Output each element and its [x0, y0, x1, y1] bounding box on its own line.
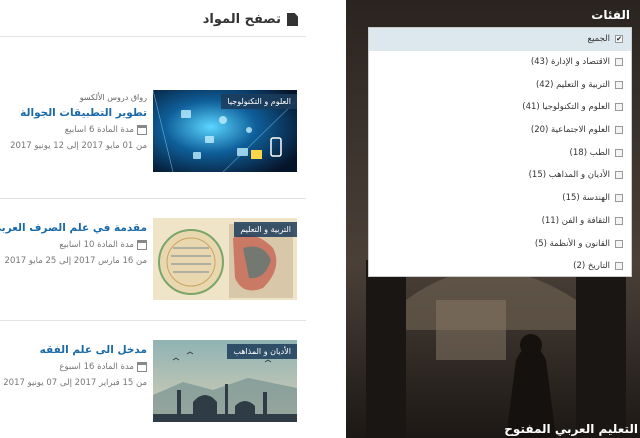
- category-option[interactable]: القانون و الأنظمة (5): [369, 232, 631, 255]
- divider: [0, 320, 306, 321]
- category-label: التربية و التعليم (42): [535, 79, 610, 90]
- page-title-text: تصفح المواد: [202, 12, 281, 27]
- duration-text: مدة المادة 6 اسابيع: [64, 125, 134, 135]
- category-option-all[interactable]: ✔ الجميع: [369, 28, 631, 51]
- category-label: الأديان و المذاهب (15): [528, 170, 610, 181]
- category-option[interactable]: الأديان و المذاهب (15): [369, 164, 631, 187]
- checkbox[interactable]: [615, 80, 623, 89]
- course-info: رواق دروس الألكسو تطوير التطبيقات الجوال…: [0, 90, 147, 151]
- category-option[interactable]: التاريخ (2): [369, 255, 631, 278]
- category-option[interactable]: العلوم و التكنولوجيا (41): [369, 96, 631, 119]
- categories-heading: الفئات: [591, 8, 630, 22]
- category-label: القانون و الأنظمة (5): [534, 238, 610, 249]
- category-badge: الأديان و المذاهب: [227, 344, 297, 359]
- checkbox[interactable]: [615, 262, 623, 271]
- category-label: العلوم الاجتماعية (20): [530, 125, 610, 136]
- course-title-link[interactable]: مدخل الى علم الفقه: [0, 344, 147, 356]
- course-info: مدخل الى علم الفقه مدة المادة 16 اسبوع م…: [0, 340, 147, 388]
- category-label: الاقتصاد و الإدارة (43): [530, 57, 610, 68]
- course-dates: من 01 مايو 2017 إلى 12 يونيو 2017: [10, 141, 147, 151]
- category-option[interactable]: التربية و التعليم (42): [369, 73, 631, 96]
- category-sidebar: الفئات ✔ الجميع الاقتصاد و الإدارة (43) …: [346, 0, 640, 438]
- checkbox[interactable]: [615, 148, 623, 157]
- category-option[interactable]: الطب (18): [369, 141, 631, 164]
- checkbox[interactable]: [615, 126, 623, 135]
- course-card[interactable]: التربية و التعليم مقدمة في علم الصرف الع…: [0, 218, 306, 318]
- category-badge: التربية و التعليم: [234, 222, 297, 237]
- category-label: الطب (18): [569, 147, 610, 158]
- calendar-icon: [137, 362, 147, 372]
- calendar-icon: [137, 240, 147, 250]
- checkbox[interactable]: [615, 103, 623, 112]
- duration-text: مدة المادة 10 اسابيع: [59, 240, 134, 250]
- course-duration: مدة المادة 10 اسابيع: [0, 240, 147, 250]
- page-title: تصفح المواد: [203, 12, 298, 27]
- course-dates: من 16 مارس 2017 إلى 25 مايو 2017: [4, 256, 147, 266]
- course-card[interactable]: الأديان و المذاهب مدخل الى علم الفقه مدة…: [0, 340, 306, 438]
- category-badge: العلوم و التكنولوجيا: [221, 94, 297, 109]
- course-dates: من 15 فبراير 2017 إلى 07 يونيو 2017: [3, 378, 147, 388]
- category-label: الجميع: [587, 34, 610, 45]
- course-thumbnail[interactable]: الأديان و المذاهب: [153, 340, 297, 422]
- duration-text: مدة المادة 16 اسبوع: [59, 362, 134, 372]
- course-title-link[interactable]: تطوير التطبيقات الجوالة: [0, 107, 147, 119]
- category-option[interactable]: الاقتصاد و الإدارة (43): [369, 51, 631, 74]
- course-duration: مدة المادة 6 اسابيع: [0, 125, 147, 135]
- checkbox[interactable]: [615, 239, 623, 248]
- course-thumbnail[interactable]: التربية و التعليم: [153, 218, 297, 300]
- course-title-link[interactable]: مقدمة في علم الصرف العربي: [0, 222, 147, 234]
- course-thumbnail[interactable]: العلوم و التكنولوجيا: [153, 90, 297, 172]
- course-info: مقدمة في علم الصرف العربي مدة المادة 10 …: [0, 218, 147, 266]
- course-card[interactable]: العلوم و التكنولوجيا رواق دروس الألكسو ت…: [0, 90, 306, 190]
- checkbox-checked[interactable]: ✔: [615, 35, 623, 44]
- document-icon: [287, 13, 298, 26]
- checkbox[interactable]: [615, 58, 623, 67]
- category-list: ✔ الجميع الاقتصاد و الإدارة (43) التربية…: [368, 27, 632, 277]
- divider: [0, 36, 306, 37]
- category-option[interactable]: الثقافة و الفن (11): [369, 210, 631, 233]
- checkbox[interactable]: [615, 171, 623, 180]
- course-listing: تصفح المواد العلوم و التكنولوجيا رواق در…: [0, 0, 346, 438]
- category-label: الثقافة و الفن (11): [541, 215, 610, 226]
- category-option[interactable]: العلوم الاجتماعية (20): [369, 119, 631, 142]
- site-title: التعليم العربي المفتوح: [504, 422, 638, 436]
- category-label: التاريخ (2): [573, 261, 610, 272]
- checkbox[interactable]: [615, 194, 623, 203]
- category-label: الهندسة (15): [562, 193, 610, 204]
- calendar-icon: [137, 125, 147, 135]
- category-option[interactable]: الهندسة (15): [369, 187, 631, 210]
- course-provider: رواق دروس الألكسو: [79, 93, 147, 102]
- category-label: العلوم و التكنولوجيا (41): [522, 102, 610, 113]
- divider: [0, 198, 306, 199]
- checkbox[interactable]: [615, 216, 623, 225]
- course-duration: مدة المادة 16 اسبوع: [0, 362, 147, 372]
